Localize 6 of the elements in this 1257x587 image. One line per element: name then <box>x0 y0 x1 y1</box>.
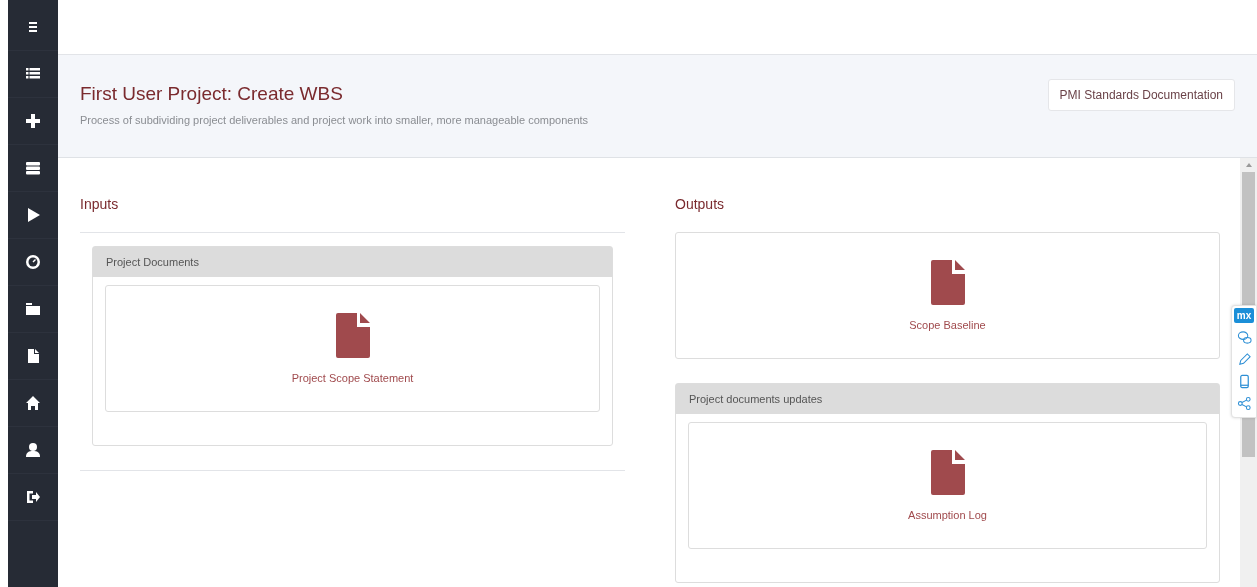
section-title: Inputs <box>80 196 120 212</box>
page-description: Process of subdividing project deliverables and project work into smaller, more manageable components <box>80 114 589 126</box>
section-title: Outputs <box>675 196 726 212</box>
group-header: Project documents updates <box>676 384 1219 414</box>
group-header: Project Documents <box>93 247 612 277</box>
page-title: First User Project: Create WBS <box>80 83 344 105</box>
